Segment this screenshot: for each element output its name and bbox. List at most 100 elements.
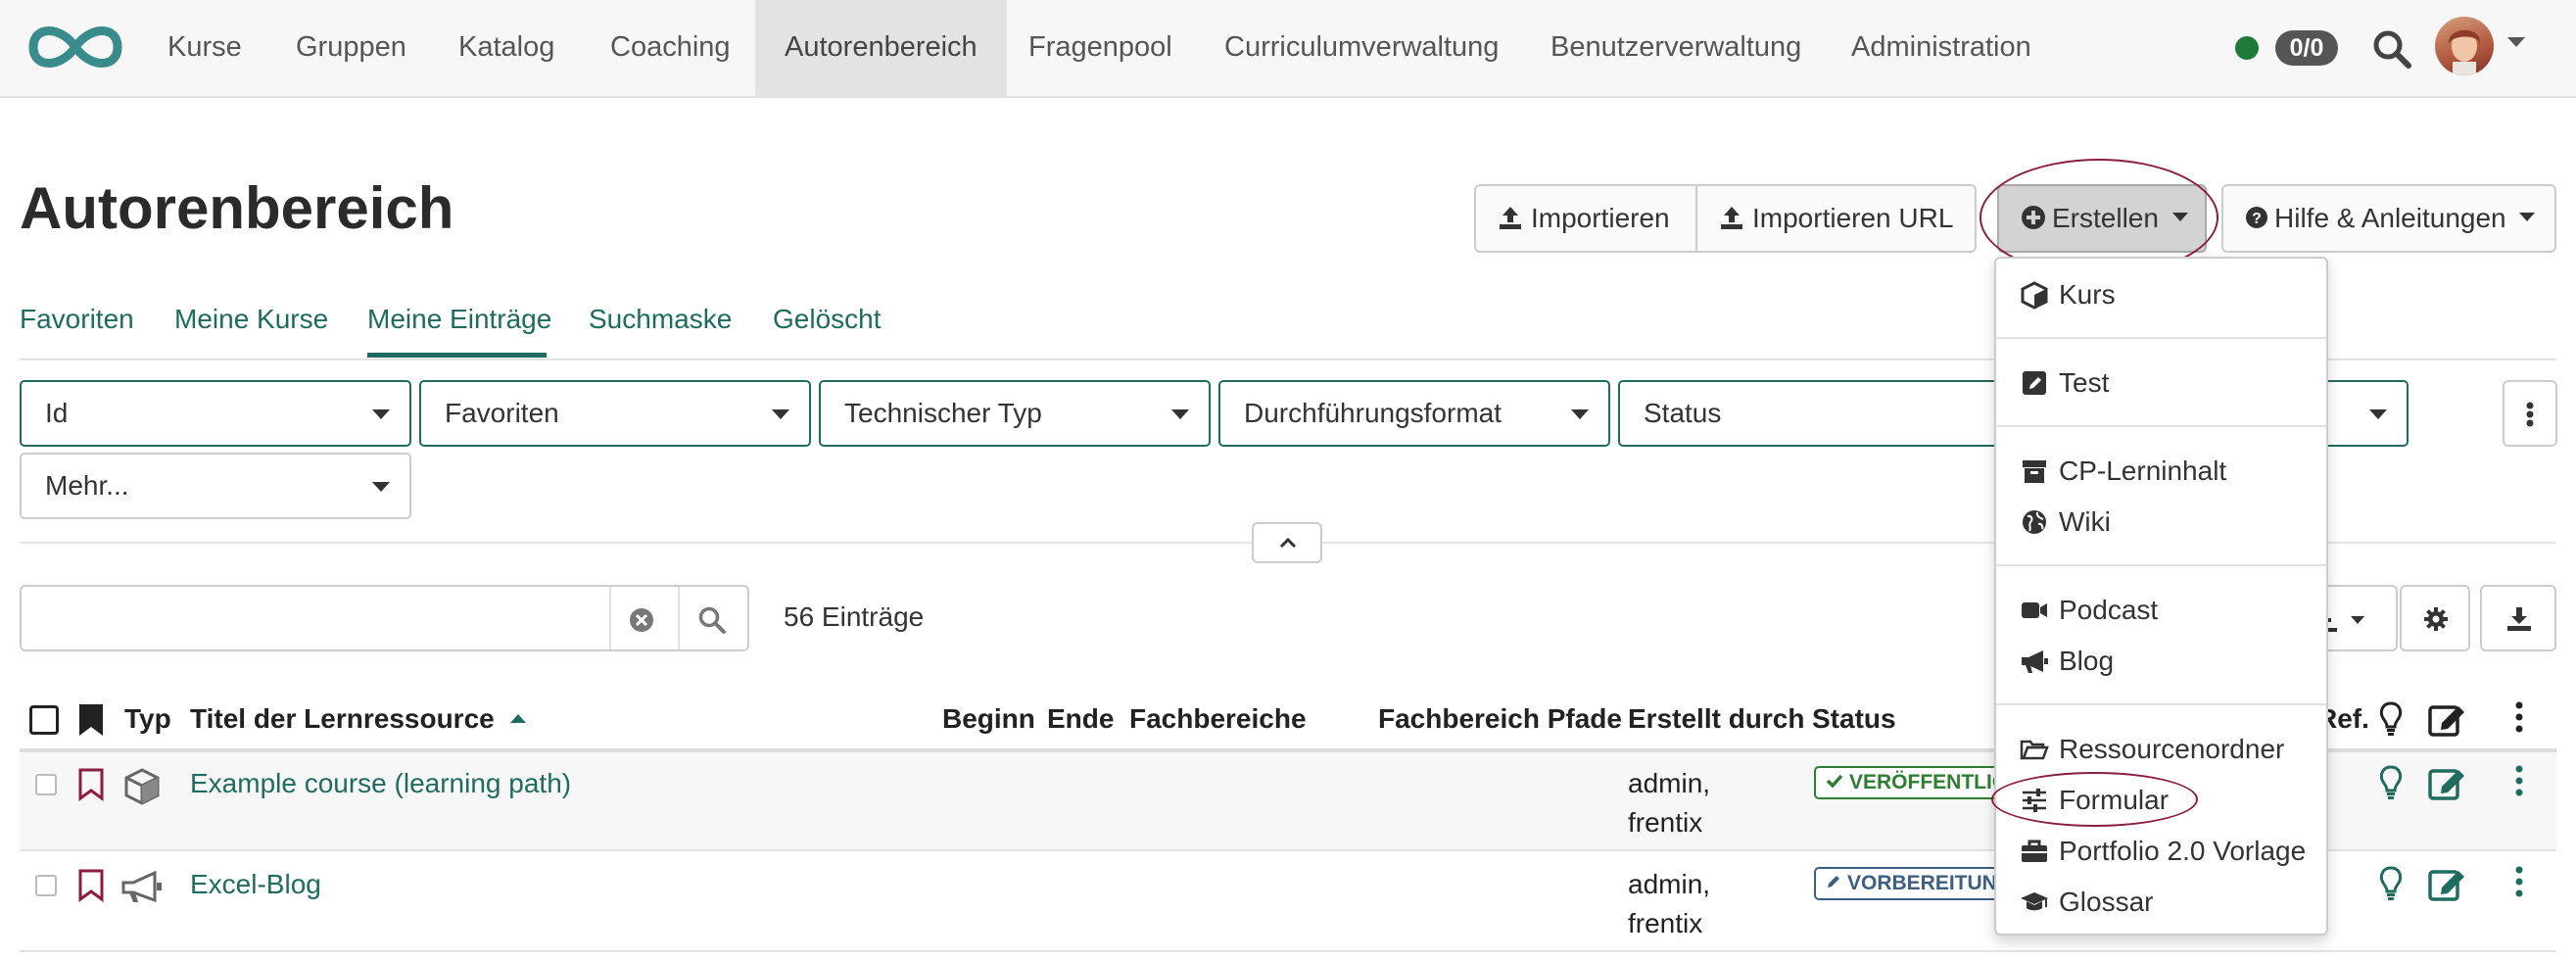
nav-item-curriculumverwaltung[interactable]: Curriculumverwaltung [1195, 0, 1528, 96]
column-header-titel-label: Titel der Lernressource [190, 703, 495, 734]
menu-divider [1996, 564, 2326, 566]
svg-text:?: ? [2252, 211, 2262, 227]
row-title-link[interactable]: Excel-Blog [190, 869, 321, 900]
nav-item-administration[interactable]: Administration [1822, 0, 2061, 96]
menu-item-label: Wiki [2059, 506, 2111, 537]
upload-icon [1721, 206, 1742, 229]
sort-order-icon [2321, 608, 2364, 632]
filter-status-label: Status [1644, 398, 1722, 428]
column-header-status[interactable]: Status [1812, 703, 1896, 735]
nav-item-fragenpool[interactable]: Fragenpool [999, 0, 1202, 96]
top-navigation: Kurse Gruppen Katalog Coaching Autorenbe… [0, 0, 2576, 98]
tab-meine-kurse[interactable]: Meine Kurse [174, 304, 328, 335]
column-header-fachbereiche[interactable]: Fachbereiche [1129, 703, 1307, 735]
bookmark-icon[interactable] [78, 768, 104, 801]
chevron-down-icon[interactable] [2507, 37, 2525, 49]
menu-item-kurs[interactable]: Kurs [1996, 270, 2326, 319]
nav-item-autorenbereich[interactable]: Autorenbereich [755, 0, 1007, 96]
pencil-icon [1828, 876, 1839, 888]
edit-square-icon [2023, 370, 2046, 395]
status-badge-label: VORBEREITUNG [1847, 872, 2014, 894]
menu-item-portfolio-vorlage[interactable]: Portfolio 2.0 Vorlage [1996, 827, 2326, 876]
notification-count-badge[interactable]: 0/0 [2275, 30, 2338, 66]
row-created-by-org: frentix [1628, 908, 1703, 938]
menu-item-glossar[interactable]: Glossar [1996, 878, 2326, 927]
status-badge: VERÖFFENTLICHT [1814, 766, 2015, 799]
tab-favoriten[interactable]: Favoriten [20, 304, 134, 335]
menu-item-cp-lerninhalt[interactable]: CP-Lerninhalt [1996, 447, 2326, 496]
tab-geloescht[interactable]: Gelöscht [773, 304, 882, 335]
filter-technischer-typ[interactable]: Technischer Typ [819, 380, 1211, 447]
filter-durchfuehrungsformat[interactable]: Durchführungsformat [1218, 380, 1610, 447]
search-icon[interactable] [697, 605, 727, 635]
menu-item-ressourcenordner[interactable]: Ressourcenordner [1996, 725, 2326, 774]
filter-id[interactable]: Id [20, 380, 411, 447]
tab-meine-eintraege[interactable]: Meine Einträge [367, 304, 551, 335]
collapse-filters-button[interactable] [1252, 522, 1322, 563]
select-all-checkbox[interactable] [29, 705, 59, 735]
menu-item-podcast[interactable]: Podcast [1996, 586, 2326, 635]
menu-item-blog[interactable]: Blog [1996, 637, 2326, 686]
edit-icon[interactable] [2428, 866, 2467, 901]
menu-item-label: Ressourcenordner [2059, 734, 2285, 764]
row-kebab-menu-icon[interactable] [2515, 765, 2523, 796]
row-checkbox[interactable] [35, 875, 57, 896]
avatar[interactable] [2435, 17, 2494, 75]
menu-item-label: Blog [2059, 646, 2115, 676]
openolat-logo-icon[interactable] [22, 18, 129, 76]
lightbulb-icon[interactable] [2378, 765, 2404, 800]
tab-suchmaske[interactable]: Suchmaske [589, 304, 732, 335]
download-button[interactable] [2480, 585, 2556, 651]
online-status-dot[interactable] [2235, 36, 2259, 60]
check-icon [1826, 775, 1843, 789]
lightbulb-icon[interactable] [2378, 866, 2404, 901]
nav-item-kurse[interactable]: Kurse [138, 0, 271, 96]
kebab-menu-icon[interactable] [2515, 701, 2523, 733]
caret-down-icon [372, 482, 390, 492]
archive-box-icon [2023, 459, 2046, 483]
nav-item-gruppen[interactable]: Gruppen [266, 0, 436, 96]
column-header-beginn[interactable]: Beginn [942, 703, 1035, 735]
caret-down-icon [1171, 409, 1189, 419]
column-header-typ[interactable]: Typ [124, 703, 171, 735]
active-tab-indicator [367, 353, 547, 358]
caret-down-icon [772, 409, 789, 419]
edit-icon[interactable] [2428, 765, 2467, 800]
row-title-link[interactable]: Example course (learning path) [190, 768, 571, 799]
table-settings-button[interactable] [2400, 585, 2470, 651]
menu-item-wiki[interactable]: Wiki [1996, 498, 2326, 547]
row-kebab-menu-icon[interactable] [2515, 866, 2523, 897]
download-icon [2507, 607, 2531, 631]
menu-item-test[interactable]: Test [1996, 359, 2326, 408]
nav-item-katalog[interactable]: Katalog [429, 0, 584, 96]
column-header-titel[interactable]: Titel der Lernressource [190, 703, 526, 735]
gear-icon [2424, 607, 2448, 631]
bookmark-icon[interactable] [78, 869, 104, 902]
filter-favoriten[interactable]: Favoriten [419, 380, 811, 447]
cube-icon [2021, 280, 2048, 310]
row-checkbox[interactable] [35, 774, 57, 795]
edit-header-icon [2428, 705, 2464, 737]
filter-id-label: Id [45, 398, 69, 428]
graduation-cap-icon [2021, 891, 2048, 910]
column-header-ende[interactable]: Ende [1047, 703, 1114, 735]
menu-item-label: CP-Lerninhalt [2059, 456, 2227, 486]
clear-search-icon[interactable] [629, 607, 654, 633]
status-badge-label: VERÖFFENTLICHT [1849, 771, 2013, 793]
megaphone-icon [2022, 649, 2048, 673]
nav-item-benutzerverwaltung[interactable]: Benutzerverwaltung [1521, 0, 1831, 96]
question-circle-icon: ? [2246, 206, 2267, 228]
filter-mehr[interactable]: Mehr... [20, 453, 411, 519]
search-input[interactable] [31, 595, 609, 642]
filter-options-button[interactable] [2503, 380, 2557, 447]
entries-count: 56 Einträge [784, 601, 925, 632]
import-url-button[interactable]: Importieren URL [1697, 184, 1977, 253]
column-header-erstellt-durch[interactable]: Erstellt durch [1628, 703, 1804, 735]
help-button[interactable]: ? Hilfe & Anleitungen [2221, 184, 2556, 253]
search-icon[interactable] [2370, 27, 2413, 71]
search-field[interactable] [20, 585, 749, 651]
import-button[interactable]: Importieren [1474, 184, 1697, 253]
column-header-fachbereich-pfade[interactable]: Fachbereich Pfade [1378, 703, 1622, 735]
menu-divider [1996, 703, 2326, 705]
nav-item-coaching[interactable]: Coaching [581, 0, 760, 96]
